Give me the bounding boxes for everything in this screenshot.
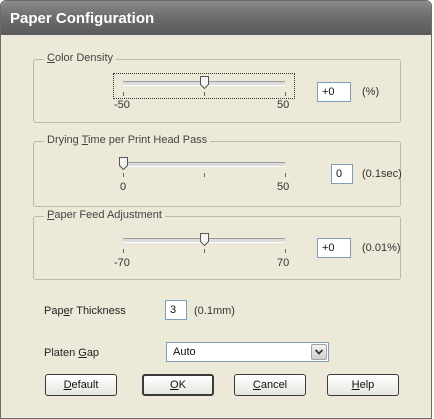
color-density-tick xyxy=(285,92,286,96)
drying-time-label: Drying Time per Print Head Pass xyxy=(44,134,211,146)
paper-feed-tick xyxy=(204,249,205,253)
paper-thickness-unit: (0.1mm) xyxy=(194,305,235,317)
paper-configuration-dialog: Paper Configuration Color Density -50 50… xyxy=(0,0,432,419)
color-density-value-field[interactable]: +0 xyxy=(317,82,351,102)
paper-feed-label: Paper Feed Adjustment xyxy=(44,209,165,221)
window-title: Paper Configuration xyxy=(10,10,155,27)
paper-feed-tick xyxy=(123,249,124,253)
default-button[interactable]: Default xyxy=(45,374,117,396)
dropdown-arrow-button[interactable] xyxy=(311,344,327,360)
title-bar[interactable]: Paper Configuration xyxy=(1,1,431,35)
drying-time-unit: (0.1sec) xyxy=(362,168,402,180)
drying-time-value-field[interactable]: 0 xyxy=(331,164,353,184)
color-density-unit: (%) xyxy=(362,86,380,98)
color-density-max-label: 50 xyxy=(277,99,290,111)
paper-thickness-label: Paper Thickness xyxy=(44,305,126,317)
paper-thickness-value-field[interactable]: 3 xyxy=(165,300,187,320)
cancel-button[interactable]: Cancel xyxy=(234,374,306,396)
color-density-tick xyxy=(204,92,205,96)
paper-feed-value-field[interactable]: +0 xyxy=(317,238,351,258)
drying-time-track xyxy=(123,162,285,167)
platen-gap-select[interactable]: Auto xyxy=(166,342,329,362)
drying-time-tick xyxy=(204,173,205,177)
platen-gap-label: Platen Gap xyxy=(44,347,100,359)
help-button[interactable]: Help xyxy=(327,374,399,396)
drying-time-tick xyxy=(123,173,124,177)
color-density-thumb[interactable] xyxy=(200,76,209,89)
paper-feed-max-label: 70 xyxy=(277,257,290,269)
drying-time-max-label: 50 xyxy=(277,181,290,193)
paper-feed-unit: (0.01%) xyxy=(362,242,401,254)
chevron-down-icon xyxy=(314,349,324,355)
platen-gap-selected-value: Auto xyxy=(173,346,196,358)
ok-button[interactable]: OK xyxy=(142,374,214,396)
color-density-min-label: -50 xyxy=(114,99,130,111)
drying-time-thumb[interactable] xyxy=(119,157,128,170)
color-density-tick xyxy=(123,92,124,96)
paper-feed-thumb[interactable] xyxy=(200,233,209,246)
color-density-label: Color Density xyxy=(44,52,117,64)
paper-feed-min-label: -70 xyxy=(114,257,130,269)
paper-feed-tick xyxy=(285,249,286,253)
drying-time-tick xyxy=(285,173,286,177)
drying-time-min-label: 0 xyxy=(120,181,127,193)
